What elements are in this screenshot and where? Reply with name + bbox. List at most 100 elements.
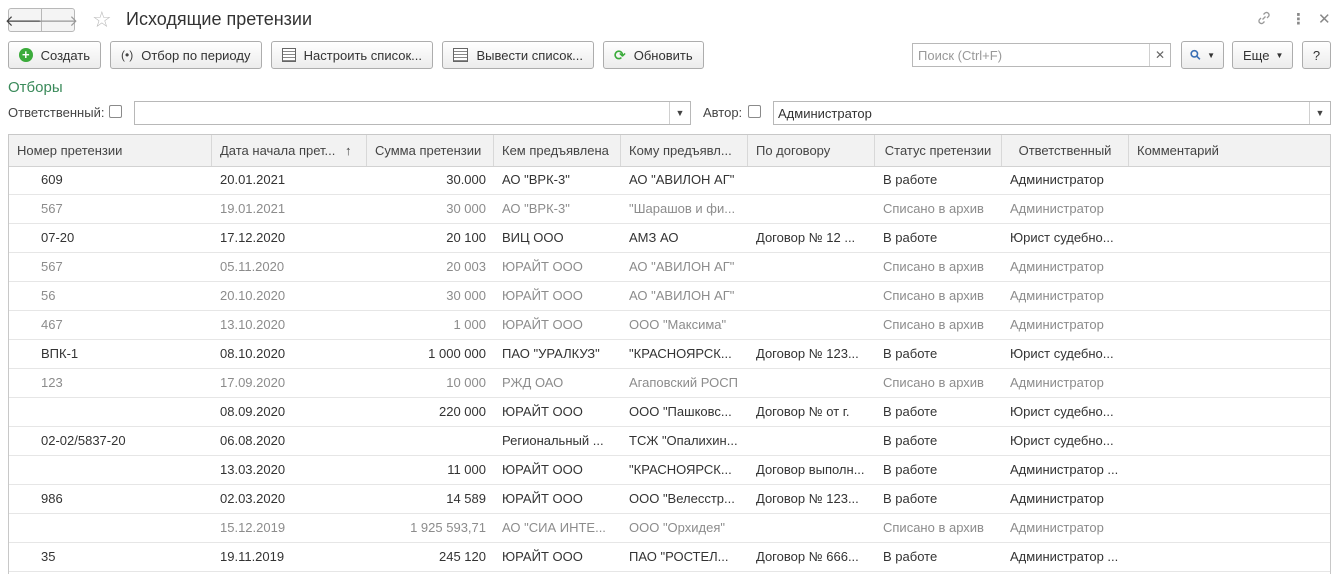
- column-header-date[interactable]: Дата начала прет... ↑: [212, 135, 367, 166]
- cell-claimant: ЮРАЙТ ООО: [502, 317, 583, 332]
- cell-responsible: Администратор: [1010, 317, 1104, 332]
- table-row[interactable]: 986 02.03.2020 14 589 ЮРАЙТ ООО ООО "Велесст…: [9, 485, 1330, 514]
- search-icon: [1190, 49, 1201, 60]
- clear-search-icon[interactable]: ✕: [1149, 44, 1170, 66]
- filters-section-label[interactable]: Отборы: [8, 79, 63, 96]
- cell-amount: 1 925 593,71: [410, 520, 486, 535]
- cell-contract: Договор № 12 ...: [756, 230, 856, 245]
- output-list-button[interactable]: Вывести список...: [442, 41, 594, 69]
- cell-date: 02.03.2020: [220, 491, 286, 506]
- cell-contract: [748, 514, 875, 542]
- chevron-down-icon[interactable]: ▼: [1309, 102, 1330, 124]
- help-button[interactable]: ?: [1302, 41, 1331, 69]
- cell-amount: 14 589: [446, 491, 486, 506]
- cell-respondent: "Шарашов и фи...: [629, 201, 736, 216]
- cell-number: ВПК-1: [41, 346, 79, 361]
- cell-status: В работе: [883, 230, 938, 245]
- cell-date: 20.01.2021: [220, 172, 286, 187]
- cell-contract: Договор № 123...: [756, 491, 859, 506]
- table-row[interactable]: 567 19.01.2021 30 000 АО "ВРК-3" "Шарашов и …: [9, 195, 1330, 224]
- table-row[interactable]: 609 20.01.2021 30.000 АО "ВРК-3" АО "АВИЛОН …: [9, 166, 1330, 195]
- cell-comment: [1129, 398, 1330, 426]
- cell-number: 07-20: [41, 230, 75, 245]
- column-header-contract[interactable]: По договору: [748, 135, 875, 166]
- more-button[interactable]: Еще ▼: [1232, 41, 1293, 69]
- responsible-filter-checkbox[interactable]: [109, 105, 122, 118]
- table-row[interactable]: 02-02/5837-20 06.08.2020 Региональный ... Т…: [9, 427, 1330, 456]
- cell-date: 15.12.2019: [220, 520, 286, 535]
- cell-number: 986: [41, 491, 63, 506]
- column-header-comment[interactable]: Комментарий: [1129, 135, 1330, 166]
- cell-responsible: Юрист судебно...: [1010, 404, 1114, 419]
- author-filter-checkbox[interactable]: [748, 105, 761, 118]
- cell-responsible: Юрист судебно...: [1010, 230, 1114, 245]
- cell-date: 17.09.2020: [220, 375, 286, 390]
- cell-responsible: Администратор: [1010, 201, 1104, 216]
- cell-number: 567: [41, 201, 63, 216]
- list-settings-icon: [282, 48, 296, 62]
- cell-date: 19.11.2019: [220, 549, 285, 564]
- cell-date: 17.12.2020: [220, 230, 286, 245]
- author-filter-label: Автор:: [703, 105, 743, 120]
- cell-claimant: ЮРАЙТ ООО: [502, 491, 583, 506]
- column-header-number[interactable]: Номер претензии: [9, 135, 212, 166]
- cell-responsible: Администратор ...: [1010, 462, 1119, 477]
- column-header-claimant[interactable]: Кем предъявлена: [494, 135, 621, 166]
- period-filter-button[interactable]: (•) Отбор по периоду: [110, 41, 262, 69]
- table-row[interactable]: 567 05.11.2020 20 003 ЮРАЙТ ООО АО "АВИЛОН А…: [9, 253, 1330, 282]
- chevron-down-icon: ▼: [1207, 50, 1215, 60]
- cell-responsible: Юрист судебно...: [1010, 433, 1114, 448]
- column-header-respondent[interactable]: Кому предъявл...: [621, 135, 748, 166]
- back-button[interactable]: 🡐: [5, 8, 45, 32]
- create-button[interactable]: + Создать: [8, 41, 101, 69]
- favorite-star-icon[interactable]: ☆: [92, 8, 112, 32]
- forward-button[interactable]: 🡒: [38, 8, 78, 32]
- window-titlebar: 🡐 🡒 ☆ Исходящие претензии ⋮ ✕: [0, 0, 1338, 40]
- link-icon[interactable]: [1256, 10, 1272, 30]
- cell-contract: [748, 311, 875, 339]
- table-row[interactable]: 07-20 17.12.2020 20 100 ВИЦ ООО АМЗ АО Догово…: [9, 224, 1330, 253]
- cell-amount: 30.000: [446, 172, 486, 187]
- column-header-responsible[interactable]: Ответственный: [1002, 135, 1129, 166]
- table-row[interactable]: 15.12.2019 1 925 593,71 АО "СИА ИНТЕ... ООО…: [9, 514, 1330, 543]
- cell-contract: [748, 195, 875, 223]
- table-row[interactable]: ВПК-1 08.10.2020 1 000 000 ПАО "УРАЛКУЗ" "КР…: [9, 340, 1330, 369]
- close-icon[interactable]: ✕: [1318, 10, 1331, 28]
- more-actions-icon[interactable]: ⋮: [1291, 10, 1306, 28]
- table-header: Номер претензии Дата начала прет... ↑ Су…: [9, 135, 1330, 167]
- cell-responsible: Администратор: [1010, 259, 1104, 274]
- cell-respondent: ООО "Пашковс...: [629, 404, 732, 419]
- output-list-label: Вывести список...: [476, 47, 583, 63]
- cell-contract: [748, 253, 875, 281]
- cell-comment: [1129, 369, 1330, 397]
- cell-responsible: Администратор: [1010, 491, 1104, 506]
- chevron-down-icon[interactable]: ▼: [669, 102, 690, 124]
- table-row[interactable]: 08.09.2020 220 000 ЮРАЙТ ООО ООО "Пашковс..…: [9, 398, 1330, 427]
- responsible-filter-field[interactable]: ▼: [134, 101, 691, 125]
- cell-amount: 30 000: [446, 288, 486, 303]
- customize-list-button[interactable]: Настроить список...: [271, 41, 433, 69]
- cell-amount: 11 000: [447, 462, 486, 477]
- cell-status: Списано в архив: [883, 375, 984, 390]
- cell-claimant: ЮРАЙТ ООО: [502, 404, 583, 419]
- cell-comment: [1129, 543, 1330, 571]
- author-filter-field[interactable]: Администратор ▼: [773, 101, 1331, 125]
- table-row[interactable]: 13.03.2020 11 000 ЮРАЙТ ООО "КРАСНОЯРСК... Д…: [9, 456, 1330, 485]
- search-options-button[interactable]: ▼: [1181, 41, 1224, 69]
- search-field[interactable]: Поиск (Ctrl+F) ✕: [912, 43, 1171, 67]
- cell-status: Списано в архив: [883, 520, 984, 535]
- author-filter-value: Администратор: [778, 105, 872, 121]
- cell-status: В работе: [883, 404, 938, 419]
- cell-respondent: АО "АВИЛОН АГ": [629, 172, 735, 187]
- column-header-status[interactable]: Статус претензии: [875, 135, 1002, 166]
- cell-contract: [748, 166, 875, 194]
- cell-number: [33, 514, 212, 542]
- table-row[interactable]: 467 13.10.2020 1 000 ЮРАЙТ ООО ООО "Максима"…: [9, 311, 1330, 340]
- refresh-button[interactable]: ⟳ Обновить: [603, 41, 704, 69]
- cell-responsible: Администратор: [1010, 375, 1104, 390]
- column-header-amount[interactable]: Сумма претензии: [367, 135, 494, 166]
- table-row[interactable]: 123 17.09.2020 10 000 РЖД ОАО Агаповский РОС…: [9, 369, 1330, 398]
- table-row[interactable]: 56 20.10.2020 30 000 ЮРАЙТ ООО АО "АВИЛОН АГ…: [9, 282, 1330, 311]
- cell-number: 35: [41, 549, 56, 564]
- table-row[interactable]: 35 19.11.2019 245 120 ЮРАЙТ ООО ПАО "РОСТЕЛ.…: [9, 543, 1330, 572]
